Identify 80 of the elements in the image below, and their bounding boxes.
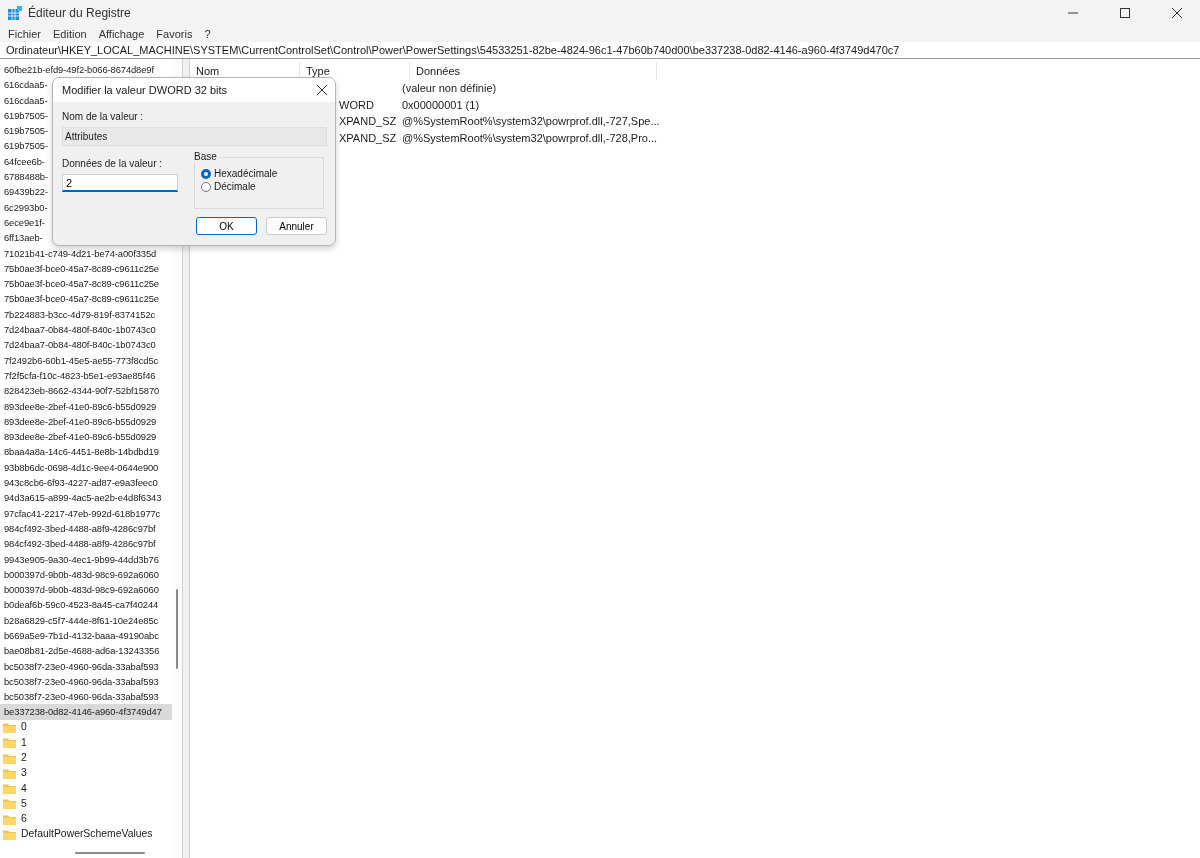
- tree-item[interactable]: bc5038f7-23e0-4960-96da-33abaf593: [0, 658, 172, 674]
- tree-item[interactable]: 93b8b6dc-0698-4d1c-9ee4-0644e900: [0, 459, 172, 475]
- folder-icon: [3, 737, 16, 749]
- folder-icon: [3, 721, 16, 733]
- tree-item[interactable]: 893dee8e-2bef-41e0-89c6-b55d0929: [0, 398, 172, 414]
- tree-item[interactable]: 984cf492-3bed-4488-a8f9-4286c97bf: [0, 536, 172, 552]
- folder-icon: [3, 798, 16, 810]
- dialog-button[interactable]: OK: [196, 217, 257, 235]
- tree-item[interactable]: 7d24baa7-0b84-480f-840c-1b0743c0: [0, 322, 172, 338]
- table-cell: XPAND_SZ: [339, 115, 397, 128]
- tree-item[interactable]: 71021b41-c749-4d21-be74-a00f335d: [0, 245, 172, 261]
- folder-icon: [3, 767, 16, 779]
- tree-item[interactable]: 1: [21, 735, 27, 750]
- menu-item[interactable]: Edition: [49, 28, 91, 40]
- tree-item[interactable]: 60fbe21b-efd9-49f2-b066-8674d8e9f: [0, 62, 172, 78]
- tree-item[interactable]: 5: [21, 796, 27, 811]
- menu-item[interactable]: Affichage: [94, 28, 149, 40]
- dialog-button[interactable]: Annuler: [266, 217, 327, 235]
- tree-item[interactable]: 7f2492b6-60b1-45e5-ae55-773f8cd5c: [0, 352, 172, 368]
- group-label: Base: [194, 151, 219, 162]
- tree-item[interactable]: 7f2f5cfa-f10c-4823-b5e1-e93ae85f46: [0, 367, 172, 384]
- folder-icon: [3, 783, 16, 795]
- tree-item[interactable]: 7d24baa7-0b84-480f-840c-1b0743c0: [0, 337, 172, 353]
- table-cell: @%SystemRoot%\system32\powrprof.dll,-728,Pro...: [402, 131, 658, 144]
- tree-item[interactable]: b0deaf6b-59c0-4523-8a45-ca7f40244: [0, 597, 172, 613]
- window-title: Éditeur du Registre: [28, 6, 132, 20]
- maximize-icon[interactable]: [1120, 8, 1130, 18]
- tree-item[interactable]: 6: [21, 812, 27, 827]
- radio-label[interactable]: Hexadécimale: [214, 168, 278, 179]
- tree-item[interactable]: 893dee8e-2bef-41e0-89c6-b55d0929: [0, 429, 172, 445]
- radio-label[interactable]: Décimale: [214, 181, 256, 192]
- tree-item[interactable]: b669a5e9-7b1d-4132-baaa-49190abc: [0, 628, 172, 644]
- field-label: Données de la valeur :: [62, 158, 164, 169]
- registry-icon: [8, 6, 22, 20]
- tree-item[interactable]: b000397d-9b0b-483d-98c9-692a6060: [0, 582, 172, 598]
- tree-item[interactable]: b000397d-9b0b-483d-98c9-692a6060: [0, 566, 172, 583]
- folder-icon: [3, 829, 16, 840]
- value-name-field: Attributes: [62, 127, 327, 146]
- tree-item[interactable]: 3: [21, 766, 27, 781]
- field-label: Nom de la valeur :: [62, 111, 145, 122]
- folder-icon: [3, 813, 16, 825]
- table-cell: @%SystemRoot%\system32\powrprof.dll,-727,Spe...: [402, 115, 660, 128]
- tree-item[interactable]: 984cf492-3bed-4488-a8f9-4286c97bf: [0, 520, 172, 537]
- tree-item[interactable]: bc5038f7-23e0-4960-96da-33abaf593: [0, 689, 172, 705]
- tree-item[interactable]: be337238-0d82-4146-a960-4f3749d47: [0, 704, 172, 720]
- table-cell: (valeur non définie): [402, 82, 497, 95]
- menu-item[interactable]: ?: [200, 28, 215, 40]
- tree-item[interactable]: b28a6829-c5f7-444e-8f61-10e24e85c: [0, 612, 172, 628]
- tree-item[interactable]: 97cfac41-2217-47eb-992d-618b1977c: [0, 505, 172, 521]
- tree-item[interactable]: 9943e905-9a30-4ec1-9b99-44dd3b76: [0, 551, 172, 567]
- tree-item[interactable]: DefaultPowerSchemeValues: [21, 827, 153, 842]
- tree-item[interactable]: 2: [21, 751, 27, 765]
- table-cell: WORD: [339, 98, 374, 111]
- scrollbar-thumb[interactable]: [176, 589, 178, 669]
- folder-icon: [3, 752, 16, 764]
- scrollbar-thumb[interactable]: [75, 852, 145, 854]
- tree-item[interactable]: bc5038f7-23e0-4960-96da-33abaf593: [0, 673, 172, 690]
- tree-item[interactable]: 4: [21, 781, 27, 796]
- tree-item[interactable]: 75b0ae3f-bce0-45a7-8c89-c9611c25e: [0, 260, 172, 277]
- tree-item[interactable]: 75b0ae3f-bce0-45a7-8c89-c9611c25e: [0, 276, 172, 292]
- tree-item[interactable]: 943c8cb6-6f93-4227-ad87-e9a3feec0: [0, 475, 172, 491]
- close-icon[interactable]: [1172, 8, 1182, 18]
- radio-button[interactable]: [201, 168, 211, 179]
- tree-item[interactable]: bae08b81-2d5e-4688-ad6a-13243356: [0, 643, 172, 659]
- tree-item[interactable]: 7b224883-b3cc-4d79-819f-8374152c: [0, 306, 172, 323]
- menu-item[interactable]: Favoris: [152, 28, 197, 40]
- tree-item[interactable]: 893dee8e-2bef-41e0-89c6-b55d0929: [0, 413, 172, 430]
- tree-item[interactable]: 0: [21, 720, 27, 735]
- column-header[interactable]: Données: [410, 62, 657, 80]
- tree-item[interactable]: 94d3a615-a899-4ac5-ae2b-e4d8f6343: [0, 490, 172, 506]
- tree-item[interactable]: 75b0ae3f-bce0-45a7-8c89-c9611c25e: [0, 291, 172, 307]
- table-cell: XPAND_SZ: [339, 131, 397, 144]
- radio-button[interactable]: [201, 181, 211, 192]
- close-icon[interactable]: [317, 85, 327, 95]
- tree-item[interactable]: 8baa4a8a-14c6-4451-8e8b-14bdbd19: [0, 444, 172, 460]
- table-cell: 0x00000001 (1): [402, 98, 480, 111]
- dialog-title: Modifier la valeur DWORD 32 bits: [62, 84, 228, 96]
- menu-item[interactable]: Fichier: [4, 28, 45, 40]
- tree-item[interactable]: 828423eb-8662-4344-90f7-52bf15870: [0, 383, 172, 399]
- value-data-field[interactable]: 2: [62, 174, 178, 192]
